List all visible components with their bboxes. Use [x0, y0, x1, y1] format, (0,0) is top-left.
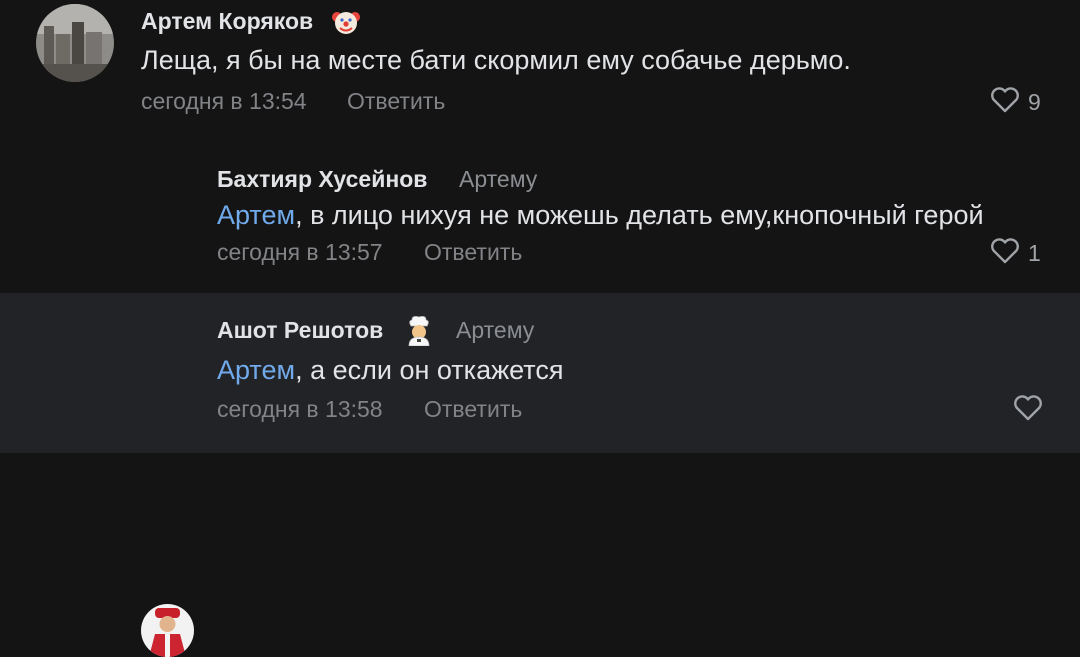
- mention-link[interactable]: Артем: [217, 200, 295, 230]
- comment-author[interactable]: Бахтияр Хусейнов: [217, 166, 427, 193]
- like-count: 1: [1028, 240, 1041, 266]
- reply-to-label[interactable]: Артему: [456, 317, 534, 344]
- comment-timestamp: сегодня в 13:54: [141, 88, 307, 114]
- avatar[interactable]: [36, 4, 114, 82]
- heart-icon: [989, 86, 1021, 119]
- like-button[interactable]: [1012, 394, 1044, 427]
- reply-to-label[interactable]: Артему: [459, 166, 537, 193]
- like-count: 9: [1028, 89, 1041, 115]
- mention-link[interactable]: Артем: [217, 355, 295, 385]
- like-button[interactable]: 9: [989, 86, 1041, 119]
- comment-timestamp: сегодня в 13:57: [217, 239, 383, 265]
- comment-timestamp: сегодня в 13:58: [217, 396, 383, 422]
- bottom-divider: [0, 453, 1080, 459]
- heart-icon: [1012, 394, 1044, 427]
- avatar[interactable]: [141, 604, 194, 657]
- comment-text: Леща, я бы на месте бати скормил ему соб…: [141, 45, 851, 75]
- comment-text: Артем, а если он откажется: [217, 355, 564, 385]
- like-button[interactable]: 1: [989, 237, 1041, 270]
- comment-text: Артем, в лицо нихуя не можешь делать ему…: [217, 200, 984, 230]
- reply-button[interactable]: Ответить: [424, 239, 522, 266]
- comment-item: Артем Коряков Леща, я бы на месте бати с…: [0, 0, 1080, 142]
- heart-icon: [989, 237, 1021, 270]
- comment-item: Ашот Решотов Артему Артем, а если он отк…: [0, 293, 1080, 657]
- comment-author[interactable]: Артем Коряков: [141, 8, 313, 35]
- comment-item: Бахтияр Хусейнов Артему Артем, в лицо ни…: [0, 142, 1080, 353]
- comment-author[interactable]: Ашот Решотов: [217, 317, 383, 344]
- reply-button[interactable]: Ответить: [424, 396, 522, 423]
- clown-face-icon: [332, 8, 360, 41]
- reply-button[interactable]: Ответить: [347, 88, 445, 115]
- cook-icon: [405, 316, 433, 351]
